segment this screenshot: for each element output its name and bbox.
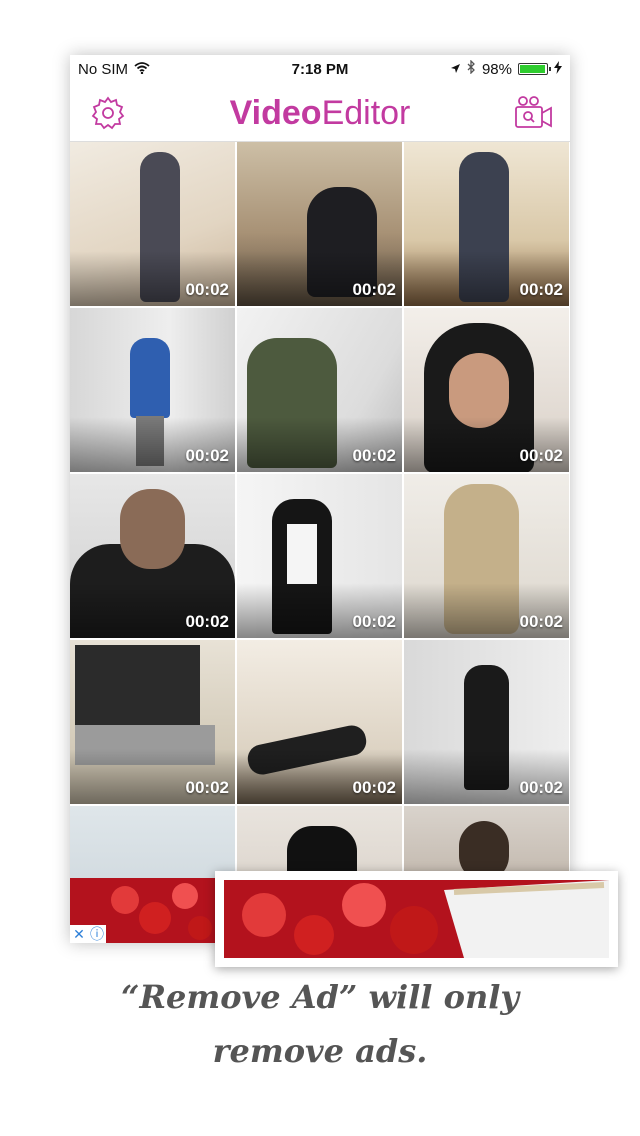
thumbnail-figure — [130, 338, 170, 418]
video-thumbnail[interactable]: 00:02 — [404, 308, 569, 472]
ad-zoom-graphic — [224, 880, 609, 958]
app-title-regular: Editor — [321, 94, 411, 132]
video-thumbnail[interactable]: 00:02 — [404, 142, 569, 306]
video-duration: 00:02 — [519, 280, 563, 299]
thumbnail-figure — [287, 524, 317, 584]
video-thumbnail[interactable]: 00:02 — [70, 308, 235, 472]
charging-bolt-icon — [554, 60, 562, 78]
video-duration: 00:02 — [185, 612, 229, 631]
video-camera-search-icon — [515, 96, 552, 128]
info-icon[interactable]: ⓘ — [88, 925, 106, 943]
video-thumbnail[interactable]: 00:02 — [70, 474, 235, 638]
video-thumbnail[interactable]: 00:02 — [70, 142, 235, 306]
video-thumbnail[interactable]: 00:02 — [70, 640, 235, 804]
promo-caption-line1: “Remove Ad” will only — [121, 978, 519, 1016]
ad-zoom-callout — [215, 871, 618, 967]
app-title: VideoEditor — [70, 91, 570, 135]
video-duration: 00:02 — [352, 778, 396, 797]
video-thumbnail[interactable]: 00:02 — [237, 640, 402, 804]
ad-banner[interactable]: ✕ ⓘ — [70, 878, 215, 943]
thumbnail-figure — [120, 489, 185, 569]
nav-bar: VideoEditor — [70, 85, 570, 142]
app-title-bold: Video — [229, 94, 322, 132]
location-arrow-icon — [450, 61, 461, 78]
thumbnail-figure — [75, 645, 200, 725]
promo-caption-line2: remove ads. — [212, 1032, 428, 1070]
phone-screen: No SIM 7:18 PM 98% VideoEditor 00:02 00:… — [70, 55, 570, 943]
battery-level — [520, 65, 546, 73]
video-thumbnail[interactable]: 00:02 — [237, 474, 402, 638]
video-duration: 00:02 — [519, 778, 563, 797]
video-duration: 00:02 — [352, 280, 396, 299]
video-duration: 00:02 — [185, 446, 229, 465]
bluetooth-icon — [467, 59, 476, 78]
video-duration: 00:02 — [185, 280, 229, 299]
video-grid: 00:02 00:02 00:02 00:02 00:02 00:02 00:0… — [70, 142, 570, 943]
video-thumbnail[interactable]: 00:02 — [404, 474, 569, 638]
video-duration: 00:02 — [519, 612, 563, 631]
video-duration: 00:02 — [352, 446, 396, 465]
video-duration: 00:02 — [185, 778, 229, 797]
battery-percent: 98% — [481, 60, 512, 78]
video-thumbnail[interactable]: 00:02 — [237, 142, 402, 306]
video-thumbnail[interactable]: 00:02 — [237, 308, 402, 472]
video-duration: 00:02 — [519, 446, 563, 465]
close-icon[interactable]: ✕ — [70, 925, 88, 943]
battery-icon — [518, 63, 551, 75]
video-search-button[interactable] — [514, 95, 554, 131]
video-duration: 00:02 — [352, 612, 396, 631]
video-thumbnail[interactable]: 00:02 — [404, 640, 569, 804]
status-bar: No SIM 7:18 PM 98% — [70, 55, 570, 85]
